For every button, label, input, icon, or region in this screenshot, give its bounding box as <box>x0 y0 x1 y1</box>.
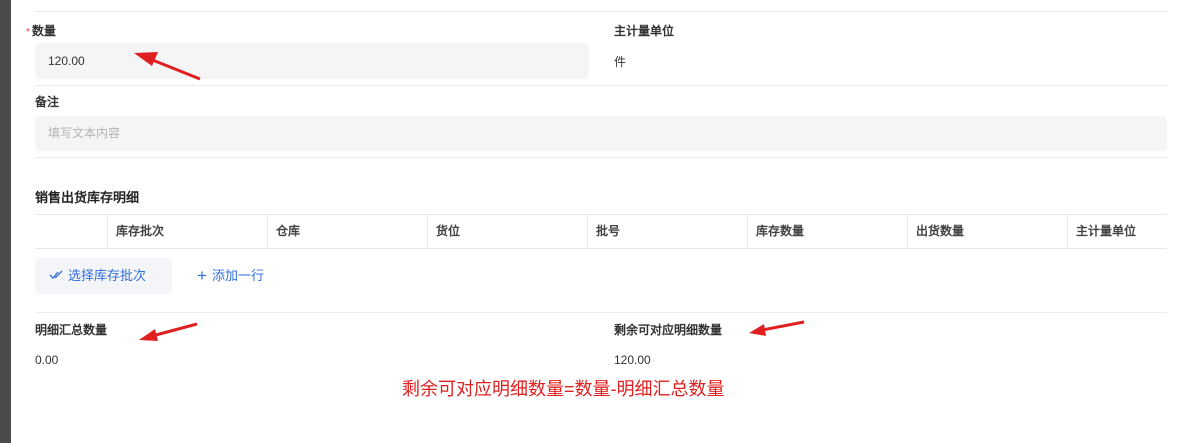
annotation-arrow-detail-total <box>139 322 198 341</box>
annotation-arrow-remaining <box>749 320 805 336</box>
annotation-arrows <box>134 52 805 341</box>
annotation-arrow-quantity <box>134 52 201 81</box>
